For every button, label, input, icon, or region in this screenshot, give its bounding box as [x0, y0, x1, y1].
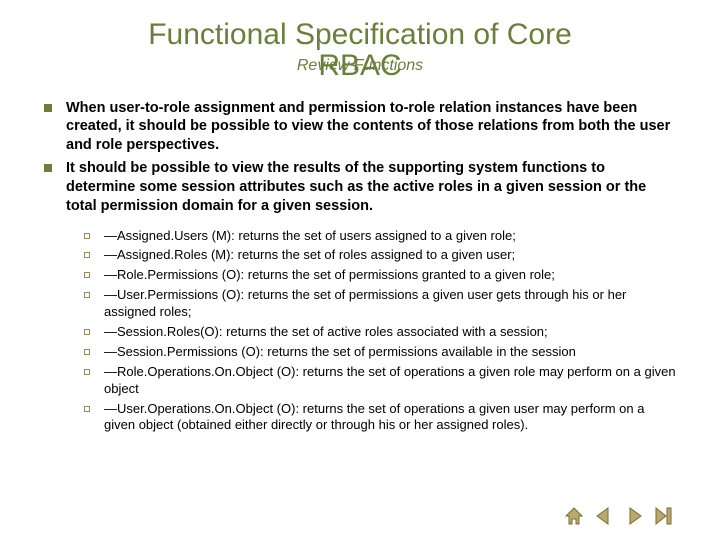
bullet-icon	[84, 233, 90, 239]
list-item: —Role.Operations.On.Object (O): returns …	[84, 364, 676, 398]
sub-list: —Assigned.Users (M): returns the set of …	[84, 228, 676, 435]
list-item: —Role.Permissions (O): returns the set o…	[84, 267, 676, 284]
bullet-icon	[84, 406, 90, 412]
bullet-icon	[84, 349, 90, 355]
prev-icon	[594, 506, 614, 526]
list-item: —User.Permissions (O): returns the set o…	[84, 287, 676, 321]
home-button[interactable]	[564, 506, 584, 526]
subtitle-review: Review Functions	[40, 57, 680, 75]
bullet-text: —User.Permissions (O): returns the set o…	[104, 287, 676, 321]
bullet-text: —Session.Permissions (O): returns the se…	[104, 344, 576, 361]
slide-title: Functional Specification of Core	[40, 18, 680, 53]
list-item: —Assigned.Roles (M): returns the set of …	[84, 247, 676, 264]
bullet-icon	[84, 292, 90, 298]
bullet-text: —Session.Roles(O): returns the set of ac…	[104, 324, 548, 341]
bullet-text: When user-to-role assignment and permiss…	[66, 99, 676, 156]
bullet-text: —Assigned.Users (M): returns the set of …	[104, 228, 516, 245]
list-item: —Session.Permissions (O): returns the se…	[84, 344, 676, 361]
list-item: —User.Operations.On.Object (O): returns …	[84, 401, 676, 435]
home-icon	[564, 506, 584, 526]
bullet-text: —Role.Permissions (O): returns the set o…	[104, 267, 555, 284]
prev-button[interactable]	[594, 506, 614, 526]
bullet-text: —Role.Operations.On.Object (O): returns …	[104, 364, 676, 398]
content-body: When user-to-role assignment and permiss…	[40, 99, 680, 435]
bullet-text: It should be possible to view the result…	[66, 159, 676, 216]
bullet-icon	[84, 329, 90, 335]
bullet-icon	[84, 369, 90, 375]
bullet-text: —Assigned.Roles (M): returns the set of …	[104, 247, 515, 264]
slide: Functional Specification of Core RBAC Re…	[0, 0, 720, 540]
list-item: —Session.Roles(O): returns the set of ac…	[84, 324, 676, 341]
bullet-text: —User.Operations.On.Object (O): returns …	[104, 401, 676, 435]
bullet-icon	[84, 252, 90, 258]
list-item: —Assigned.Users (M): returns the set of …	[84, 228, 676, 245]
next-button[interactable]	[624, 506, 644, 526]
bullet-icon	[44, 164, 52, 172]
last-icon	[654, 506, 674, 526]
bullet-icon	[84, 272, 90, 278]
last-button[interactable]	[654, 506, 674, 526]
next-icon	[624, 506, 644, 526]
list-item: When user-to-role assignment and permiss…	[44, 99, 676, 156]
subtitle-wrap: RBAC Review Functions	[40, 55, 680, 85]
bullet-icon	[44, 104, 52, 112]
list-item: It should be possible to view the result…	[44, 159, 676, 216]
nav-controls	[564, 506, 674, 526]
